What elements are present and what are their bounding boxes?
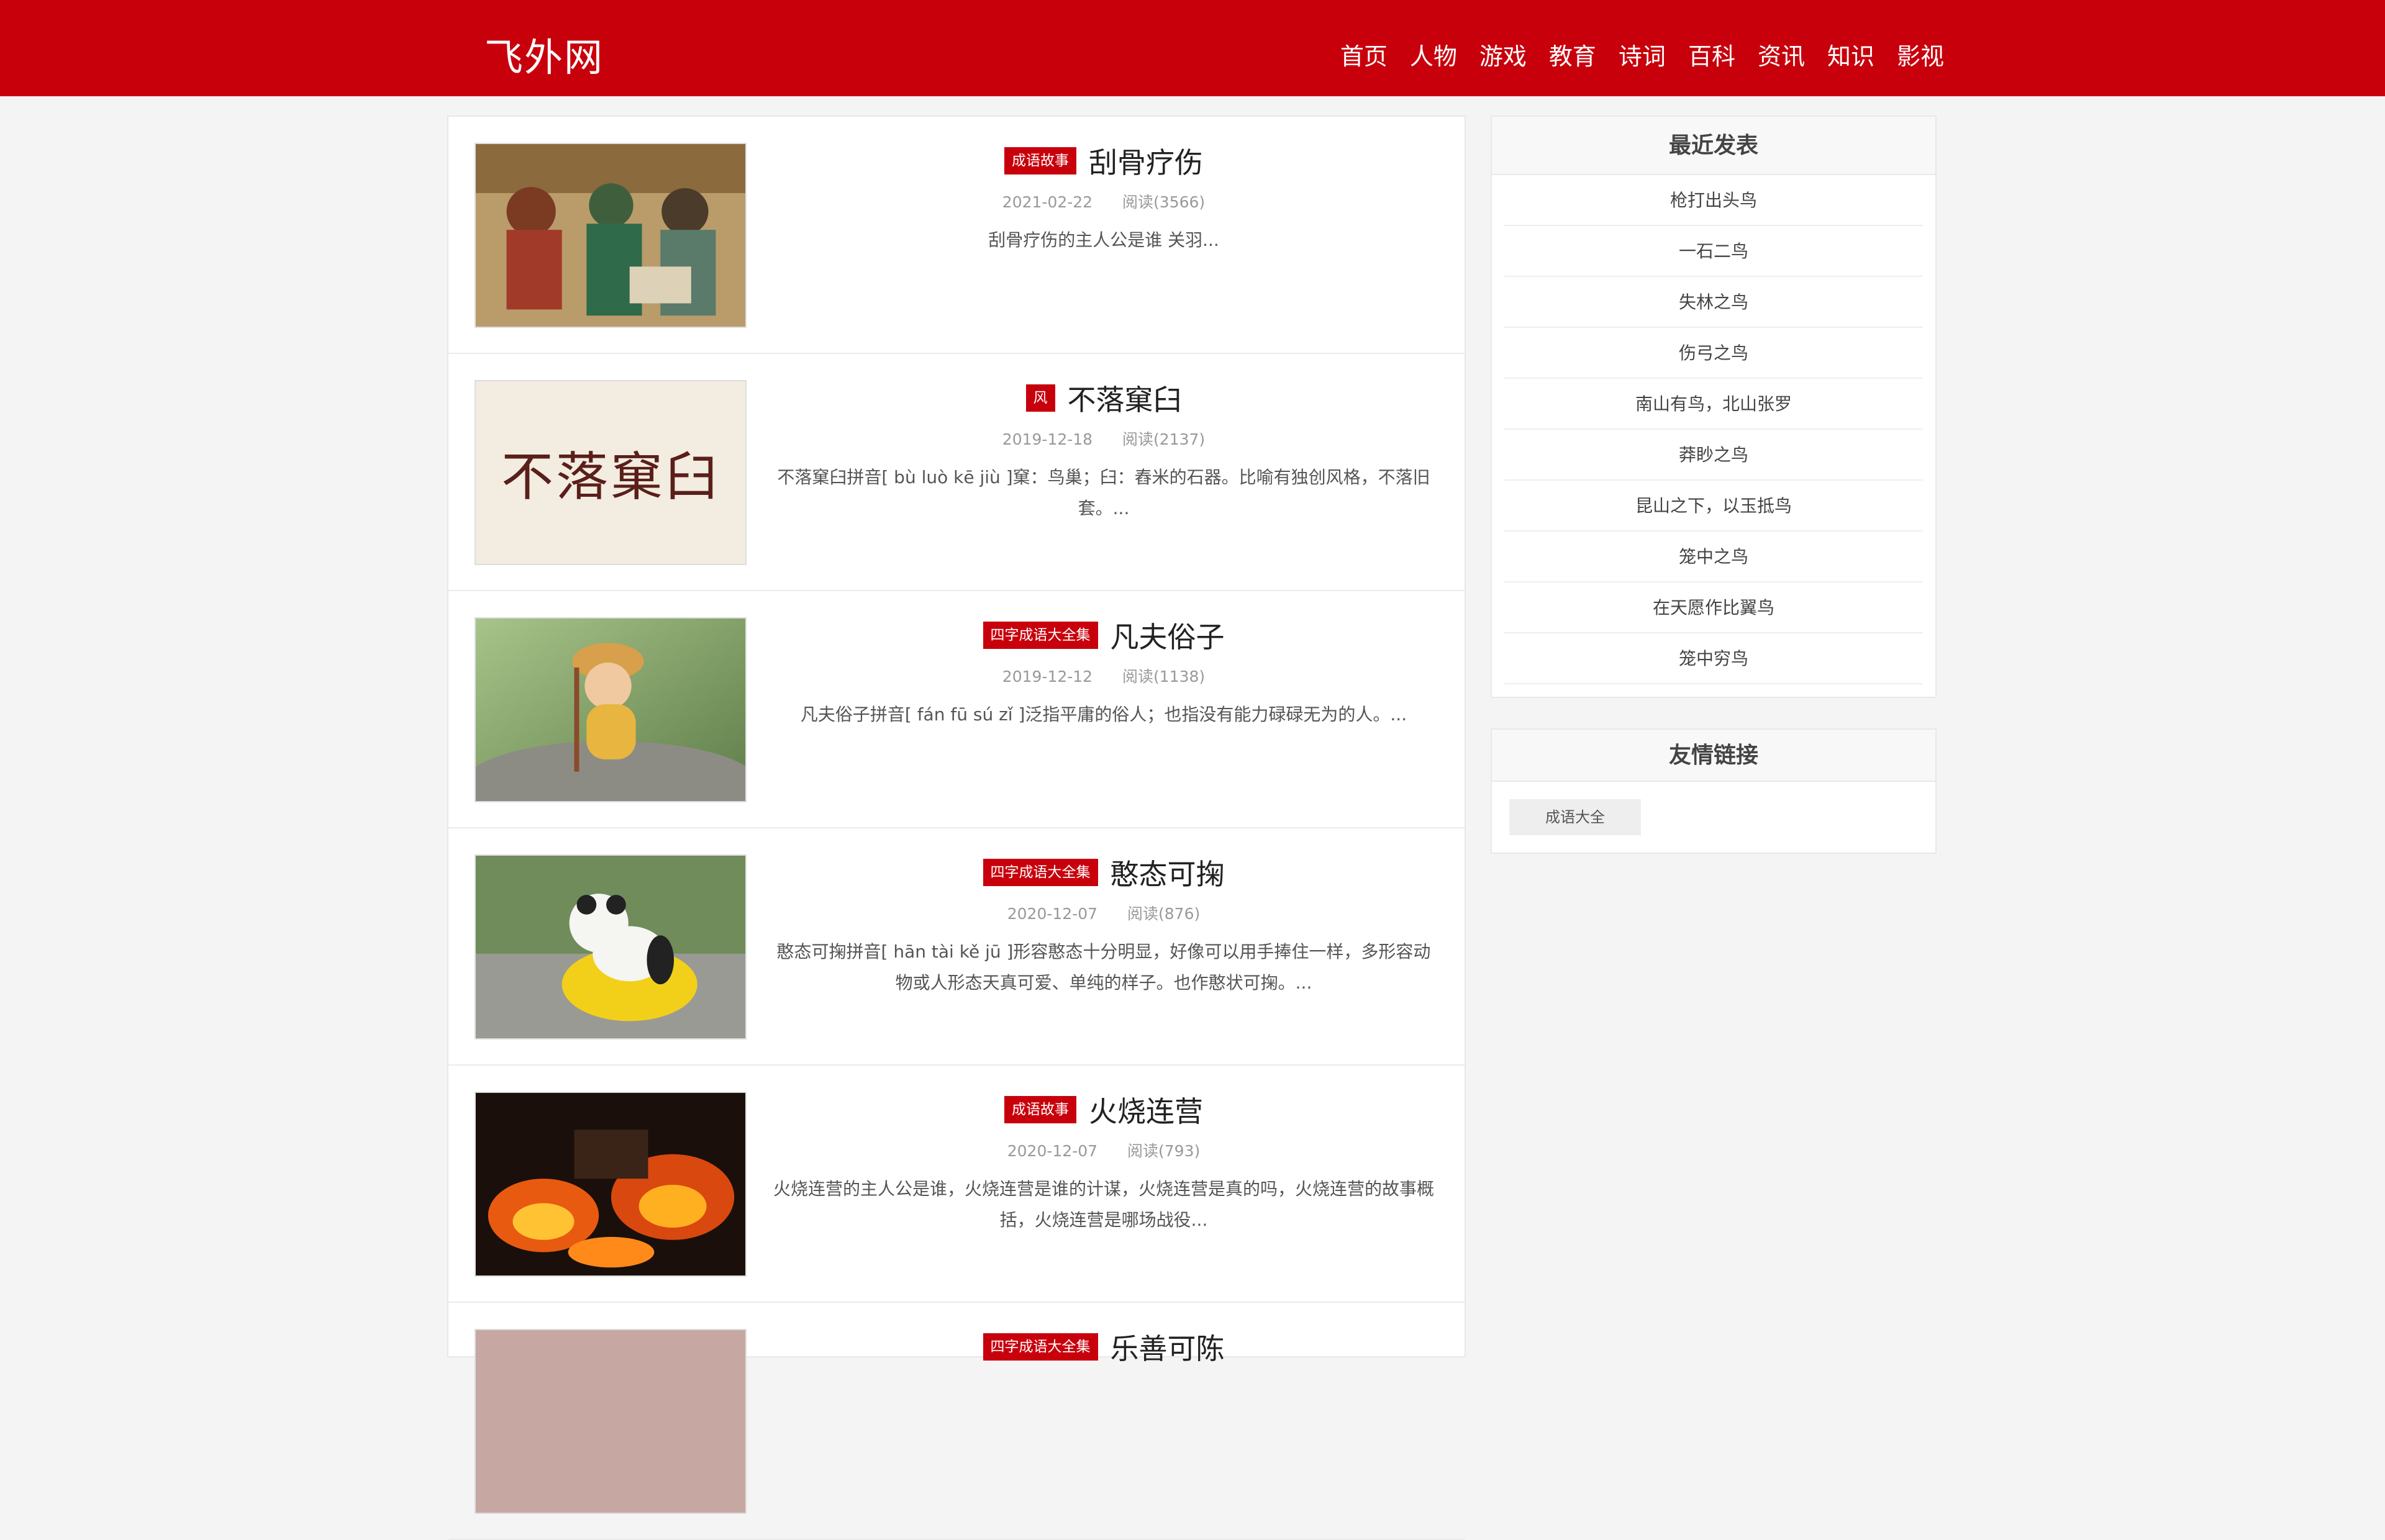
friend-link[interactable]: 成语大全 — [1509, 799, 1641, 835]
thumbnail-calligraphy: 不落窠臼 — [501, 446, 720, 507]
article-title[interactable]: 火烧连营 — [1089, 1089, 1203, 1130]
recent-post-link[interactable]: 笼中穷鸟 — [1504, 633, 1923, 684]
article-thumbnail[interactable]: 不落窠臼 — [475, 380, 747, 565]
article-title[interactable]: 不落窠臼 — [1068, 378, 1182, 419]
article-date: 2019-12-12 — [1002, 668, 1093, 686]
article-reads: 阅读(3566) — [1122, 193, 1206, 211]
recent-post-link[interactable]: 笼中之鸟 — [1504, 532, 1923, 582]
article-list: 成语故事 刮骨疗伤 2021-02-22 阅读(3566) 刮骨疗伤的主人公是谁… — [447, 116, 1466, 1540]
main-nav: 首页 人物 游戏 教育 诗词 百科 资讯 知识 影视 — [1318, 37, 1944, 71]
article-title[interactable]: 刮骨疗伤 — [1089, 140, 1203, 181]
nav-encyclopedia[interactable]: 百科 — [1688, 37, 1735, 71]
site-logo[interactable]: 飞外网 — [484, 26, 604, 82]
nav-movies[interactable]: 影视 — [1897, 37, 1944, 71]
article-excerpt: 不落窠臼拼音[ bù luò kē jiù ]窠：鸟巢；臼：舂米的石器。比喻有独… — [777, 467, 1430, 519]
article-content: 四字成语大全集 憨态可掬 2020-12-07 阅读(876) 憨态可掬拼音[ … — [759, 828, 1448, 1066]
site-header: 飞外网 首页 人物 游戏 教育 诗词 百科 资讯 知识 影视 — [0, 0, 2385, 96]
article-item: 四字成语大全集 乐善可陈 — [448, 1303, 1465, 1540]
article-reads: 阅读(2137) — [1122, 430, 1206, 448]
recent-post-link[interactable]: 一石二鸟 — [1504, 226, 1923, 277]
article-content: 成语故事 火烧连营 2020-12-07 阅读(793) 火烧连营的主人公是谁，… — [759, 1066, 1448, 1303]
article-excerpt: 凡夫俗子拼音[ fán fū sú zǐ ]泛指平庸的俗人；也指没有能力碌碌无为… — [800, 704, 1407, 725]
article-thumbnail[interactable] — [475, 617, 747, 802]
article-meta: 2021-02-22 阅读(3566) — [759, 190, 1448, 212]
article-meta: 2020-12-07 阅读(793) — [759, 1139, 1448, 1161]
article-item: 成语故事 刮骨疗伤 2021-02-22 阅读(3566) 刮骨疗伤的主人公是谁… — [448, 117, 1465, 354]
category-tag[interactable]: 四字成语大全集 — [983, 859, 1098, 886]
article-meta: 2019-12-18 阅读(2137) — [759, 427, 1448, 450]
category-tag[interactable]: 成语故事 — [1004, 147, 1076, 174]
article-title[interactable]: 乐善可陈 — [1111, 1326, 1225, 1367]
article-reads: 阅读(793) — [1127, 1142, 1201, 1160]
category-tag[interactable]: 四字成语大全集 — [983, 622, 1098, 649]
article-content: 风 不落窠臼 2019-12-18 阅读(2137) 不落窠臼拼音[ bù lu… — [759, 354, 1448, 591]
nav-games[interactable]: 游戏 — [1479, 37, 1527, 71]
category-tag[interactable]: 成语故事 — [1004, 1096, 1076, 1123]
article-item: 成语故事 火烧连营 2020-12-07 阅读(793) 火烧连营的主人公是谁，… — [448, 1066, 1465, 1303]
article-excerpt: 刮骨疗伤的主人公是谁 关羽... — [988, 230, 1219, 250]
article-item: 不落窠臼 风 不落窠臼 2019-12-18 阅读(2137) 不落窠臼拼音[ … — [448, 354, 1465, 591]
article-item: 四字成语大全集 憨态可掬 2020-12-07 阅读(876) 憨态可掬拼音[ … — [448, 828, 1465, 1066]
recent-posts-list: 枪打出头鸟 一石二鸟 失林之鸟 伤弓之鸟 南山有鸟，北山张罗 莽眇之鸟 昆山之下… — [1492, 175, 1935, 684]
recent-post-link[interactable]: 失林之鸟 — [1504, 277, 1923, 328]
nav-people[interactable]: 人物 — [1410, 37, 1457, 71]
article-content: 成语故事 刮骨疗伤 2021-02-22 阅读(3566) 刮骨疗伤的主人公是谁… — [759, 117, 1448, 354]
article-item: 四字成语大全集 凡夫俗子 2019-12-12 阅读(1138) 凡夫俗子拼音[… — [448, 591, 1465, 828]
nav-knowledge[interactable]: 知识 — [1827, 37, 1874, 71]
article-content: 四字成语大全集 乐善可陈 — [759, 1303, 1448, 1540]
article-title[interactable]: 凡夫俗子 — [1111, 615, 1225, 656]
article-date: 2021-02-22 — [1002, 193, 1093, 211]
friend-links-panel: 友情链接 成语大全 — [1491, 728, 1937, 854]
article-thumbnail[interactable] — [475, 1329, 747, 1514]
article-thumbnail[interactable] — [475, 1092, 747, 1277]
article-thumbnail[interactable] — [475, 854, 747, 1040]
article-content: 四字成语大全集 凡夫俗子 2019-12-12 阅读(1138) 凡夫俗子拼音[… — [759, 591, 1448, 828]
article-meta: 2019-12-12 阅读(1138) — [759, 664, 1448, 687]
article-date: 2019-12-18 — [1002, 430, 1093, 448]
recent-posts-title: 最近发表 — [1492, 117, 1935, 175]
recent-post-link[interactable]: 莽眇之鸟 — [1504, 430, 1923, 481]
friend-links-title: 友情链接 — [1492, 730, 1935, 782]
category-tag[interactable]: 风 — [1025, 384, 1055, 412]
nav-home[interactable]: 首页 — [1340, 37, 1388, 71]
nav-education[interactable]: 教育 — [1549, 37, 1596, 71]
nav-poetry[interactable]: 诗词 — [1619, 37, 1666, 71]
category-tag[interactable]: 四字成语大全集 — [983, 1333, 1098, 1361]
recent-post-link[interactable]: 伤弓之鸟 — [1504, 328, 1923, 379]
article-date: 2020-12-07 — [1007, 1142, 1098, 1160]
article-title[interactable]: 憨态可掬 — [1111, 852, 1225, 893]
recent-post-link[interactable]: 枪打出头鸟 — [1504, 175, 1923, 226]
article-date: 2020-12-07 — [1007, 905, 1098, 923]
nav-news[interactable]: 资讯 — [1758, 37, 1805, 71]
article-meta: 2020-12-07 阅读(876) — [759, 902, 1448, 924]
friend-links-list: 成语大全 — [1492, 782, 1935, 853]
article-excerpt: 火烧连营的主人公是谁，火烧连营是谁的计谋，火烧连营是真的吗，火烧连营的故事概括，… — [773, 1179, 1434, 1230]
article-reads: 阅读(876) — [1127, 905, 1201, 923]
recent-post-link[interactable]: 南山有鸟，北山张罗 — [1504, 379, 1923, 430]
recent-post-link[interactable]: 在天愿作比翼鸟 — [1504, 582, 1923, 633]
article-reads: 阅读(1138) — [1122, 668, 1206, 686]
recent-posts-panel: 最近发表 枪打出头鸟 一石二鸟 失林之鸟 伤弓之鸟 南山有鸟，北山张罗 莽眇之鸟… — [1491, 116, 1937, 698]
article-thumbnail[interactable] — [475, 143, 747, 328]
article-excerpt: 憨态可掬拼音[ hān tài kě jū ]形容憨态十分明显，好像可以用手捧住… — [776, 941, 1431, 993]
recent-post-link[interactable]: 昆山之下，以玉抵鸟 — [1504, 481, 1923, 532]
